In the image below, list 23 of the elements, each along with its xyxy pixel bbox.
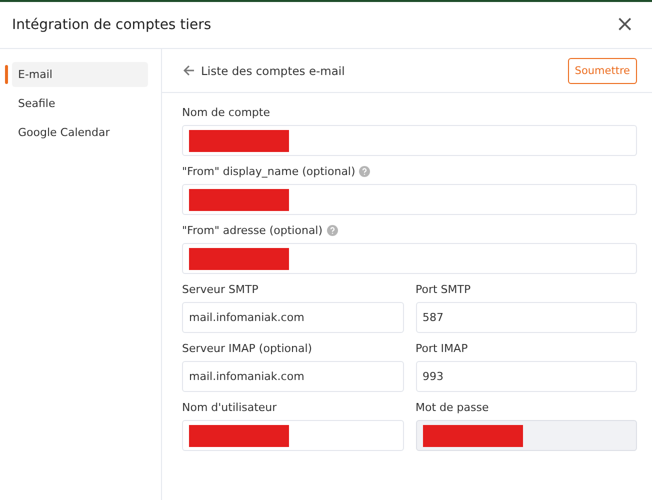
field-label: Mot de passe — [416, 400, 489, 414]
sidebar-item[interactable]: Seafile — [12, 91, 148, 116]
back-arrow-icon — [183, 65, 195, 76]
field-label: Serveur SMTP — [182, 282, 258, 296]
input-field[interactable]: mail.infomaniak.com — [182, 302, 404, 333]
input-field[interactable] — [182, 184, 637, 215]
field-label: Port SMTP — [416, 282, 471, 296]
field-label: "From" display_name (optional) — [182, 164, 356, 178]
input-field[interactable]: 587 — [416, 302, 637, 333]
input-field[interactable] — [182, 125, 637, 156]
field-label: Nom de compte — [182, 106, 270, 118]
input-field[interactable] — [182, 243, 637, 274]
dialog-title: Intégration de comptes tiers — [12, 17, 212, 33]
field-label: Serveur IMAP (optional) — [182, 342, 312, 354]
input-field[interactable]: mail.infomaniak.com — [182, 361, 404, 392]
input-field[interactable] — [182, 420, 404, 451]
sidebar-item[interactable]: E-mail — [12, 62, 148, 87]
input-field[interactable]: 993 — [416, 361, 637, 392]
close-button[interactable]: × — [612, 14, 638, 36]
field-label: "From" adresse (optional) — [182, 224, 323, 236]
field-label: Nom d'utilisateur — [182, 400, 277, 414]
field-label: Port IMAP — [416, 342, 468, 354]
sidebar-item[interactable]: Google Calendar — [12, 120, 148, 145]
